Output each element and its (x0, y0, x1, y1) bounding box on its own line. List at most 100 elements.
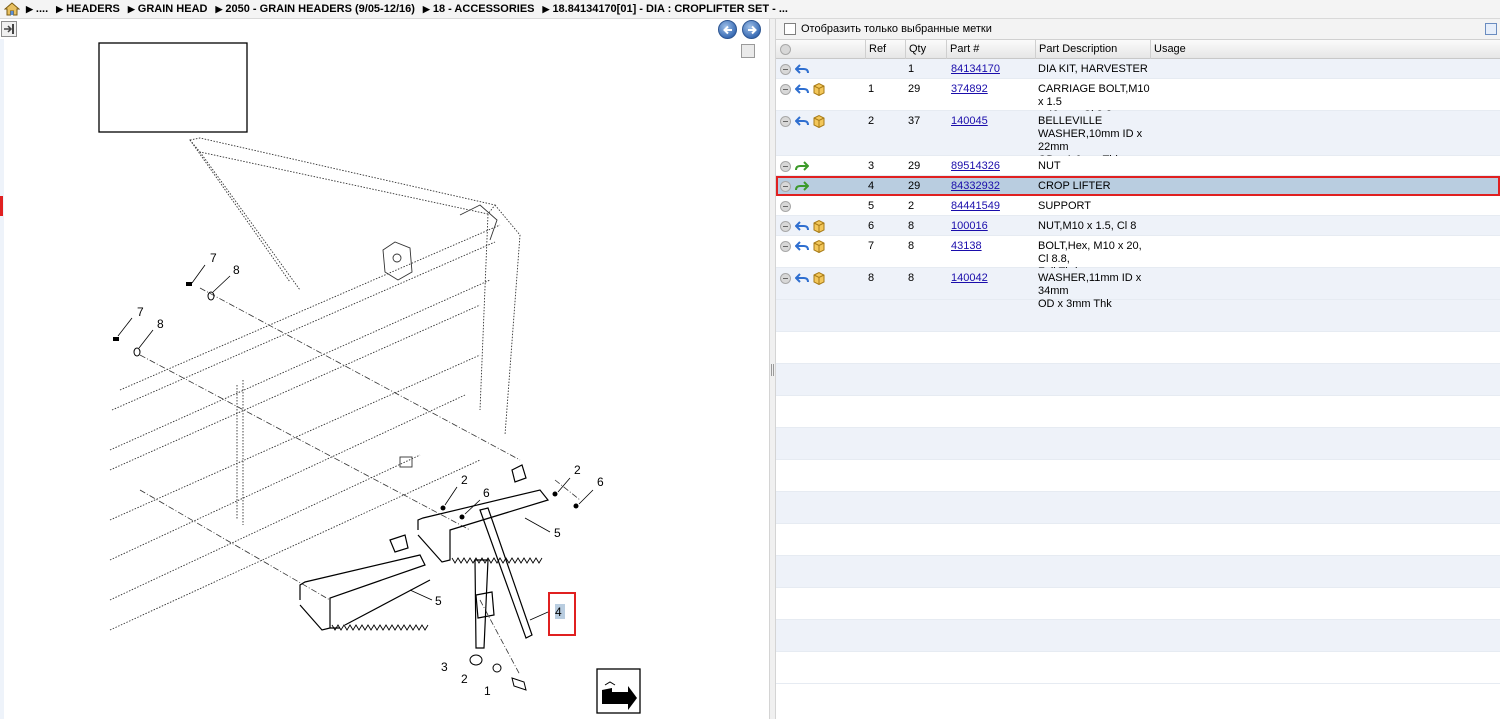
qty-cell: 29 (908, 160, 921, 172)
expand-row-icon[interactable] (780, 84, 791, 95)
box-icon[interactable] (812, 271, 826, 286)
box-icon[interactable] (812, 239, 826, 254)
ref-cell: 7 (868, 240, 875, 252)
description-cell: DIA KIT, HARVESTER (1038, 63, 1150, 76)
description-cell: SUPPORT (1038, 200, 1150, 213)
callout-label: 6 (597, 475, 604, 489)
crop-lifter (474, 507, 533, 649)
part-number-link[interactable]: 374892 (951, 83, 988, 96)
table-row[interactable]: 4 29 84332932 CROP LIFTER (776, 176, 1500, 196)
part-number-link[interactable]: 84441549 (951, 200, 1000, 213)
description-line: NUT (1038, 160, 1061, 172)
grid-options-icon[interactable] (1485, 23, 1497, 35)
expand-row-icon[interactable] (780, 273, 791, 284)
breadcrumb-item[interactable]: ▶ HEADERS (56, 3, 120, 15)
ref-cell: 2 (868, 115, 875, 127)
filter-bar: Отобразить только выбранные метки (776, 19, 1500, 40)
breadcrumb-item[interactable]: ▶ 2050 - GRAIN HEADERS (9/05-12/16) (215, 3, 414, 15)
back-arrow-icon[interactable] (794, 240, 809, 252)
show-selected-checkbox[interactable] (784, 23, 796, 35)
part-number-link[interactable]: 84134170 (951, 63, 1000, 76)
parts-pane: Отобразить только выбранные метки Ref Qt… (776, 19, 1500, 719)
table-row[interactable]: 8 8 140042 WASHER,11mm ID x 34mm OD x 3mm Th… (776, 268, 1500, 310)
table-row[interactable]: 5 2 84441549 SUPPORT (776, 196, 1500, 216)
part-number-link[interactable]: 43138 (951, 240, 982, 253)
description-cell: CROP LIFTER (1038, 180, 1150, 193)
qty-cell: 29 (908, 83, 921, 95)
part-number-link[interactable]: 100016 (951, 220, 988, 233)
back-arrow-icon[interactable] (794, 83, 809, 95)
expand-row-icon[interactable] (780, 221, 791, 232)
support-left (299, 534, 431, 631)
description-line: WASHER,10mm ID x 22mm (1038, 128, 1143, 153)
qty-cell: 8 (908, 272, 915, 284)
description-line: BELLEVILLE (1038, 115, 1103, 127)
back-arrow-icon[interactable] (794, 220, 809, 232)
expand-all-icon[interactable] (780, 44, 791, 55)
next-sheet-icon[interactable] (596, 668, 641, 714)
ref-cell: 6 (868, 220, 875, 232)
expand-row-icon[interactable] (780, 64, 791, 75)
description-line: WASHER,11mm ID x 34mm (1038, 272, 1142, 297)
back-arrow-icon[interactable] (794, 115, 809, 127)
ref-cell: 3 (868, 160, 875, 172)
expand-row-icon[interactable] (780, 116, 791, 127)
pane-splitter[interactable] (769, 19, 776, 719)
ref-cell: 8 (868, 272, 875, 284)
qty-cell: 1 (908, 63, 915, 75)
column-header-description[interactable]: Part Description (1035, 40, 1151, 59)
breadcrumb-item[interactable]: ▶.... (26, 3, 48, 15)
column-header-usage[interactable]: Usage (1150, 40, 1500, 59)
qty-cell: 8 (908, 220, 915, 232)
back-arrow-icon[interactable] (794, 63, 809, 75)
splitter-grip-icon[interactable] (771, 364, 774, 376)
empty-row (776, 332, 1500, 364)
empty-row (776, 492, 1500, 524)
description-cell: NUT,M10 x 1.5, Cl 8 (1038, 220, 1150, 233)
table-row[interactable]: 129374892CARRIAGE BOLT,M10 x 1.5x 40mm, … (776, 79, 1500, 121)
breadcrumb-item[interactable]: ▶ 18.84134170[01] - DIA : CROPLIFTER SET … (543, 3, 788, 15)
callout-labels: 7 8 7 8 2 6 2 6 5 5 3 2 1 (137, 251, 604, 698)
callout-label: 2 (461, 473, 468, 487)
table-row[interactable]: 6 8 100016 NUT,M10 x 1.5, Cl 8 (776, 216, 1500, 236)
expand-row-icon[interactable] (780, 161, 791, 172)
qty-cell: 29 (908, 180, 921, 192)
ref-cell: 5 (868, 200, 875, 212)
forward-arrow-icon[interactable] (795, 180, 810, 192)
forward-arrow-icon[interactable] (795, 160, 810, 172)
table-row[interactable]: 2 37 140045 BELLEVILLE WASHER,10mm ID x 22mm… (776, 111, 1500, 166)
diagram-pane: 7 8 7 8 2 6 2 6 5 5 3 2 1 4 (0, 19, 769, 719)
thumbnail-frame (98, 42, 248, 133)
empty-row (776, 460, 1500, 492)
callout-label: 2 (461, 672, 468, 686)
show-selected-label[interactable]: Отобразить только выбранные метки (801, 23, 992, 35)
empty-row (776, 652, 1500, 684)
callout-label: 3 (441, 660, 448, 674)
callout-label: 8 (233, 263, 240, 277)
table-row[interactable]: 7843138BOLT,Hex, M10 x 20, Cl 8.8,Full T… (776, 236, 1500, 278)
ref-cell: 4 (868, 180, 875, 192)
table-row[interactable]: 1 84134170 DIA KIT, HARVESTER (776, 59, 1500, 79)
part-number-link[interactable]: 140045 (951, 115, 988, 128)
expand-row-icon[interactable] (780, 201, 791, 212)
column-header-ref[interactable]: Ref (865, 40, 908, 59)
box-icon[interactable] (812, 82, 826, 97)
expand-row-icon[interactable] (780, 241, 791, 252)
breadcrumb-item[interactable]: ▶ GRAIN HEAD (128, 3, 208, 15)
table-header: Ref Qty Part # Part Description Usage (776, 40, 1500, 59)
expand-row-icon[interactable] (780, 181, 791, 192)
box-icon[interactable] (812, 114, 826, 129)
table-row[interactable]: 3 29 89514326 NUT (776, 156, 1500, 176)
box-icon[interactable] (812, 219, 826, 234)
back-arrow-icon[interactable] (794, 272, 809, 284)
callout-label: 5 (435, 594, 442, 608)
home-icon[interactable] (4, 2, 20, 16)
part-number-link[interactable]: 84332932 (951, 180, 1000, 193)
callout-label: 7 (137, 305, 144, 319)
column-header-qty[interactable]: Qty (905, 40, 947, 59)
part-number-link[interactable]: 140042 (951, 272, 988, 285)
column-header-part[interactable]: Part # (946, 40, 1037, 59)
description-line: OD x 3mm Thk (1038, 298, 1112, 310)
breadcrumb-item[interactable]: ▶ 18 - ACCESSORIES (423, 3, 535, 15)
part-number-link[interactable]: 89514326 (951, 160, 1000, 173)
